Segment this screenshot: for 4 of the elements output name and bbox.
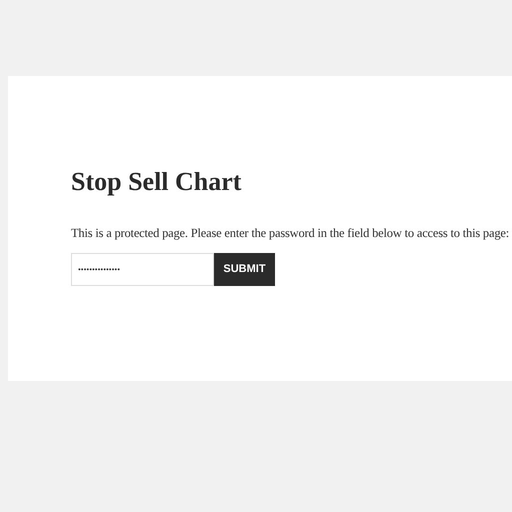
protected-page-message: This is a protected page. Please enter the password in the field below to access to this page: [71,225,510,242]
password-field[interactable]: ••••••••••••••• [71,252,214,286]
submit-button[interactable]: SUBMIT [214,252,275,286]
page-title: Stop Sell Chart [71,168,242,196]
